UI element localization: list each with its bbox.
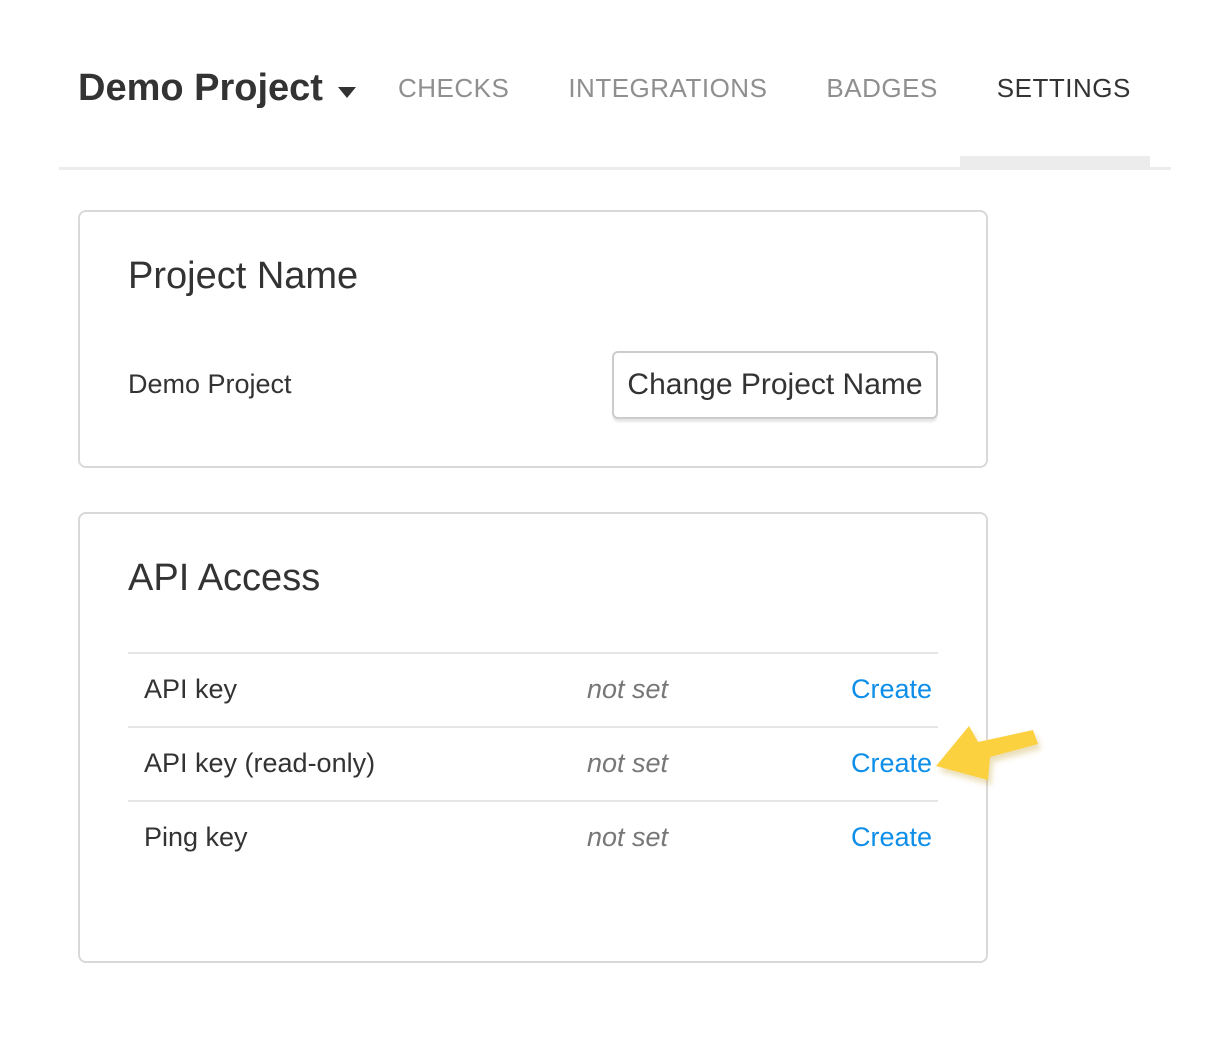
settings-page: Demo Project CHECKS INTEGRATIONS BADGES … [0,0,1220,1059]
create-api-key-read-only-link[interactable]: Create [851,748,938,779]
api-key-read-only-label: API key (read-only) [128,748,587,779]
create-api-key-link[interactable]: Create [851,674,938,705]
change-project-name-button[interactable]: Change Project Name [612,351,938,419]
api-key-label: API key [128,674,587,705]
tab-integrations[interactable]: INTEGRATIONS [568,73,767,104]
page-header: Demo Project CHECKS INTEGRATIONS BADGES … [78,64,1131,113]
table-row-api-key-read-only: API key (read-only) not set Create [128,726,938,800]
api-key-value: not set [587,674,851,705]
tab-settings[interactable]: SETTINGS [997,73,1131,104]
api-access-card: API Access API key not set Create API ke… [78,512,988,963]
current-project-name: Demo Project [128,369,292,400]
ping-key-value: not set [587,822,851,853]
tab-badges[interactable]: BADGES [826,73,937,104]
caret-down-icon [338,87,356,98]
tab-checks[interactable]: CHECKS [398,73,509,104]
project-name-card-title: Project Name [128,256,938,298]
header-divider [59,167,1171,170]
nav-tabs: CHECKS INTEGRATIONS BADGES SETTINGS [398,73,1131,104]
api-keys-table: API key not set Create API key (read-onl… [128,652,938,874]
table-row-api-key: API key not set Create [128,652,938,726]
create-ping-key-link[interactable]: Create [851,822,938,853]
api-access-card-title: API Access [128,558,938,600]
project-title: Demo Project [78,64,323,113]
table-row-ping-key: Ping key not set Create [128,800,938,874]
project-name-row: Demo Project Change Project Name [128,351,938,419]
project-switcher-dropdown[interactable]: Demo Project [78,64,356,113]
ping-key-label: Ping key [128,822,587,853]
project-name-card: Project Name Demo Project Change Project… [78,210,988,468]
api-key-read-only-value: not set [587,748,851,779]
